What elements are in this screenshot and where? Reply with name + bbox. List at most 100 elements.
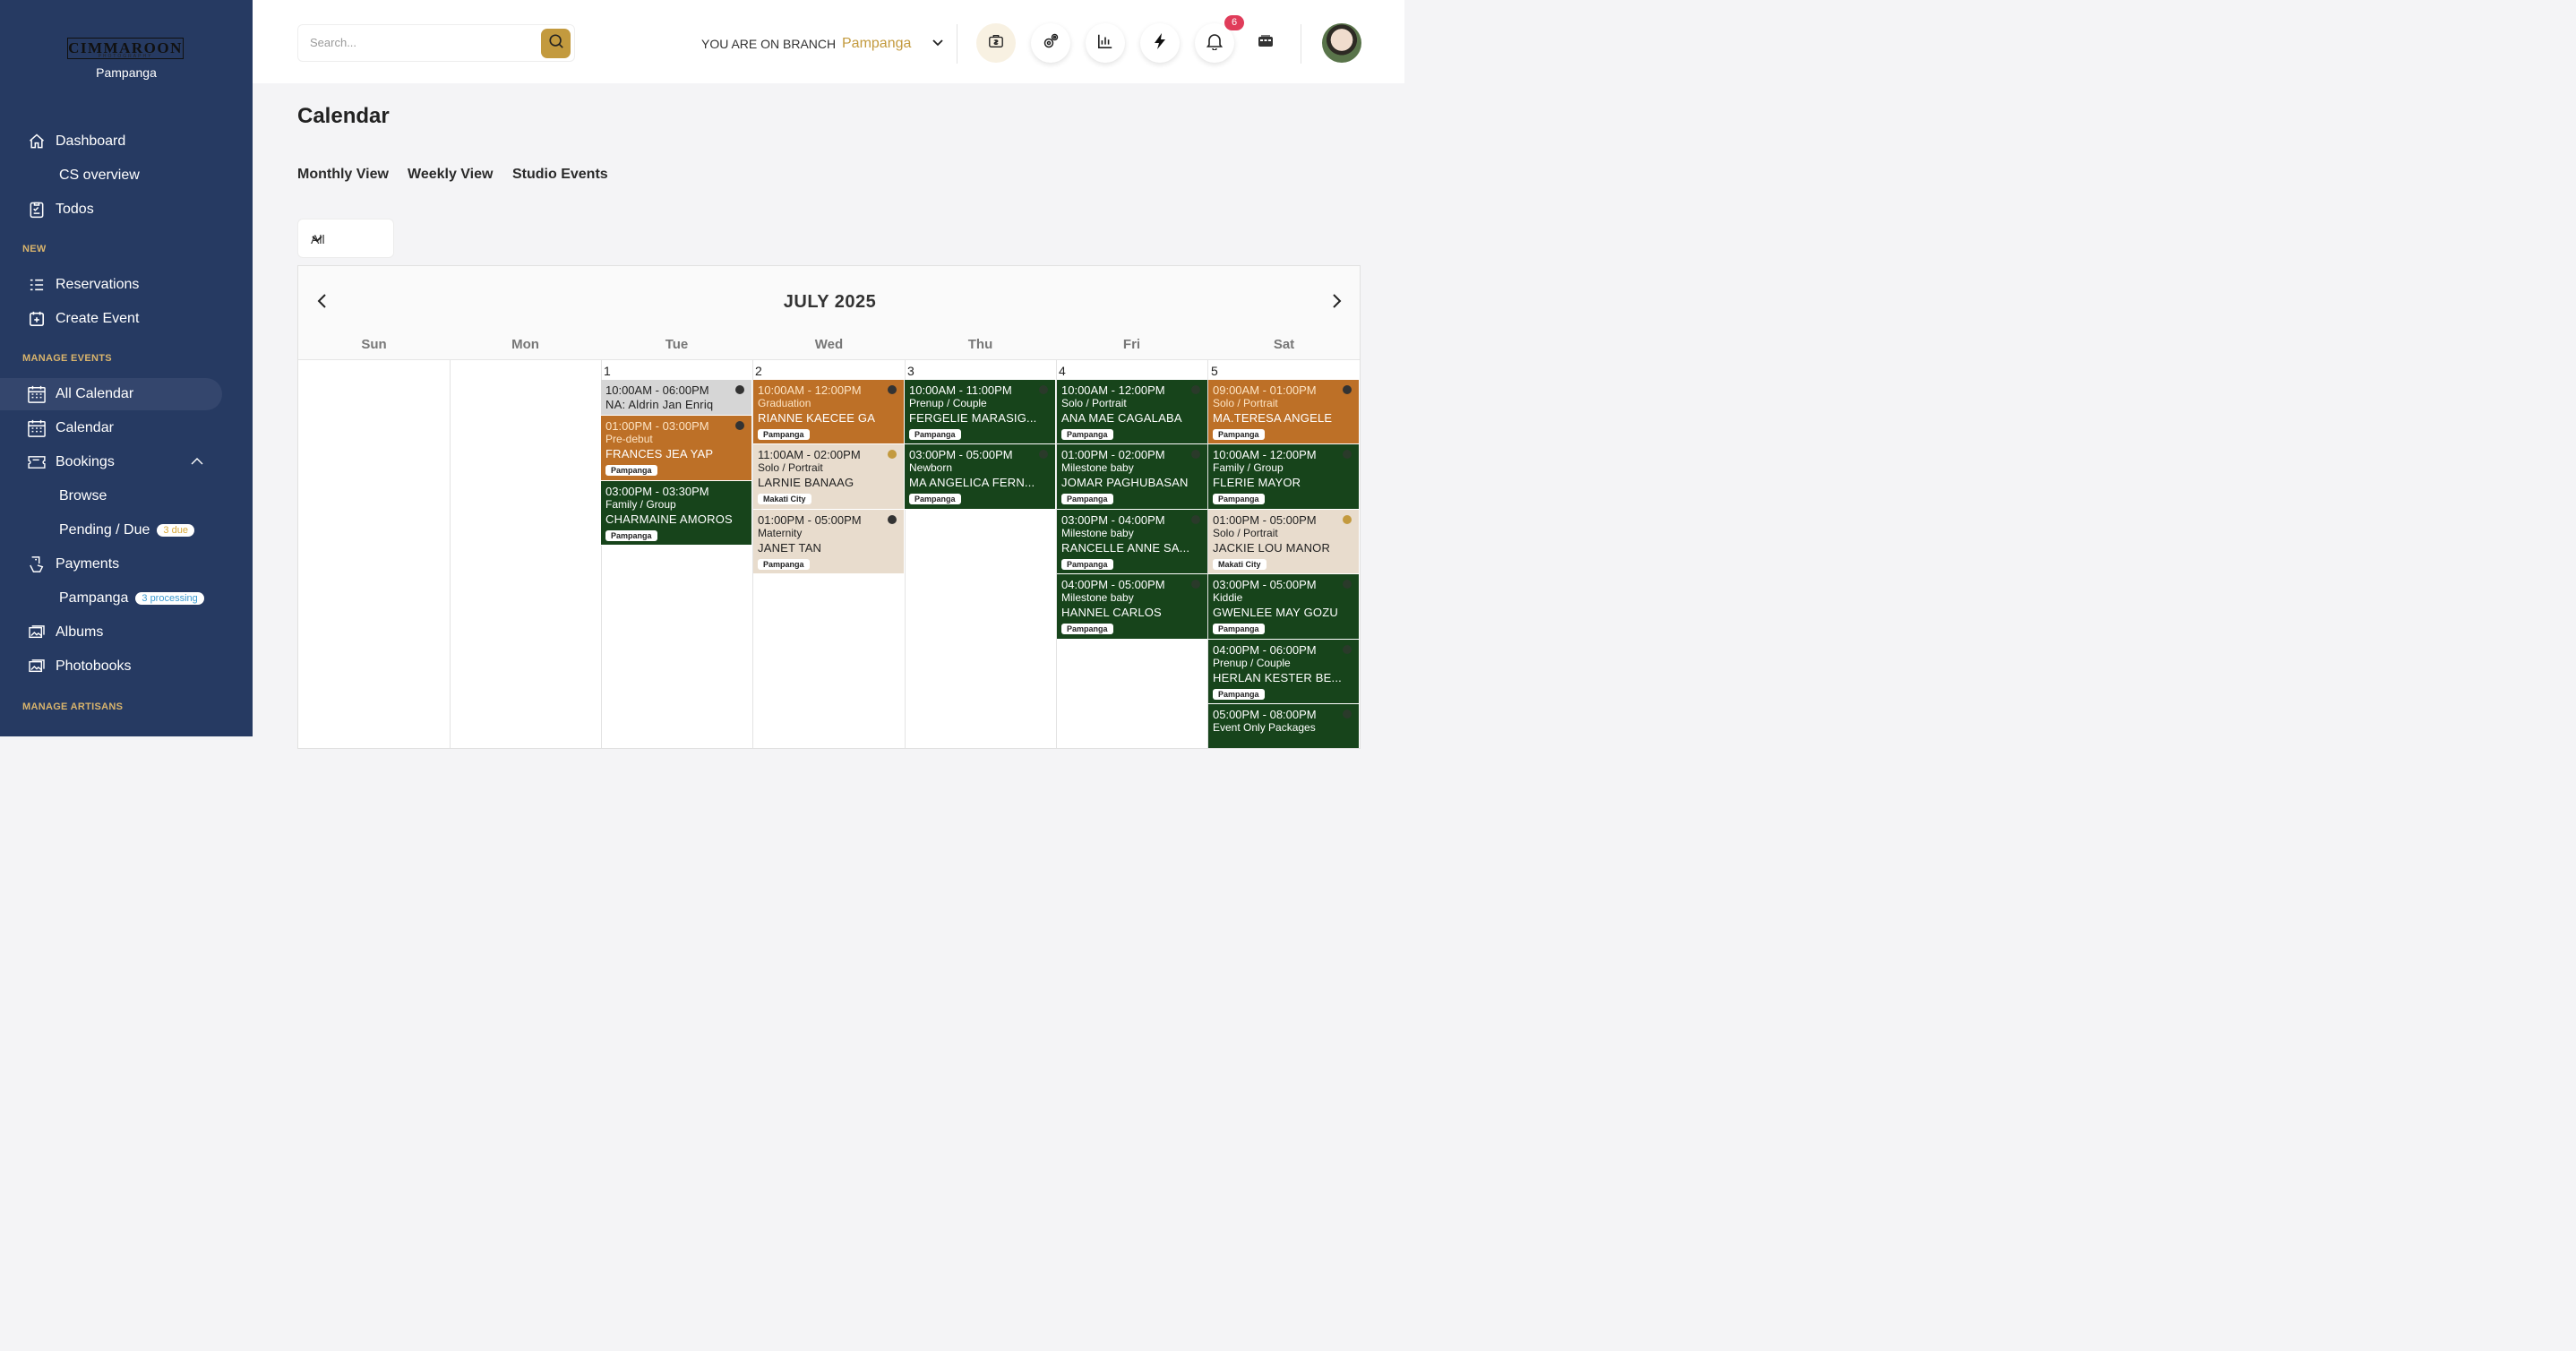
calendar-event[interactable]: 01:00PM - 02:00PM Milestone baby JOMAR P… <box>1057 444 1207 510</box>
event-name: MA.TERESA ANGELE <box>1213 411 1333 425</box>
location-tag: Pampanga <box>1061 494 1113 504</box>
tab-weekly-view[interactable]: Weekly View <box>408 167 493 183</box>
weekday-sat: Sat <box>1273 337 1295 352</box>
sidebar-item-calendar[interactable]: Calendar <box>0 412 253 444</box>
chevron-down-icon[interactable] <box>932 37 944 54</box>
calendar-event[interactable]: 10:00AM - 12:00PM Family / Group FLERIE … <box>1208 444 1359 510</box>
status-dot <box>1039 450 1048 459</box>
event-time: 03:00PM - 03:30PM <box>605 485 709 498</box>
home-icon <box>27 132 47 151</box>
event-time: 03:00PM - 04:00PM <box>1061 513 1165 527</box>
sidebar-item-browse[interactable]: Browse <box>0 480 253 512</box>
status-dot <box>1191 450 1200 459</box>
calendar-event[interactable]: 09:00AM - 01:00PM Solo / Portrait MA.TER… <box>1208 380 1359 444</box>
event-type: Kiddie <box>1213 591 1243 604</box>
tab-monthly-view[interactable]: Monthly View <box>297 167 389 183</box>
sidebar-item-bookings[interactable]: Bookings <box>0 446 253 478</box>
calendar-event[interactable]: 01:00PM - 05:00PM Solo / Portrait JACKIE… <box>1208 510 1359 574</box>
quick-action-button[interactable] <box>1140 23 1180 63</box>
search-button[interactable] <box>541 29 571 58</box>
sidebar-item-photobooks[interactable]: Photobooks <box>0 650 253 683</box>
filter-select[interactable]: All <box>297 219 394 258</box>
day-number[interactable]: 1 <box>604 364 611 378</box>
money-bag-button[interactable] <box>976 23 1016 63</box>
search-input[interactable] <box>310 36 534 49</box>
location-tag: Pampanga <box>1213 689 1265 700</box>
event-time: 10:00AM - 12:00PM <box>758 383 862 397</box>
images-icon <box>27 623 47 642</box>
event-name: FLERIE MAYOR <box>1213 476 1301 489</box>
event-type: Prenup / Couple <box>909 397 987 409</box>
location-tag: Pampanga <box>1213 624 1265 634</box>
calendar-event[interactable]: 10:00AM - 12:00PM Solo / Portrait ANA MA… <box>1057 380 1207 444</box>
section-new: NEW <box>22 244 47 254</box>
sidebar-item-albums[interactable]: Albums <box>0 616 253 649</box>
reports-button[interactable] <box>1086 23 1125 63</box>
settings-button[interactable] <box>1031 23 1070 63</box>
pending-due-label: Pending / Due <box>59 522 150 538</box>
tab-studio-events[interactable]: Studio Events <box>512 167 608 183</box>
money-bag-icon <box>988 33 1004 54</box>
event-type: Solo / Portrait <box>1061 397 1127 409</box>
location-tag: Pampanga <box>909 429 961 440</box>
calendar-event[interactable]: 05:00PM - 08:00PM Event Only Packages <box>1208 704 1359 748</box>
location-tag: Pampanga <box>758 429 810 440</box>
calendar-event[interactable]: 11:00AM - 02:00PM Solo / Portrait LARNIE… <box>753 444 904 510</box>
cash-register-button[interactable] <box>1246 23 1285 63</box>
day-number[interactable]: 5 <box>1211 364 1218 378</box>
day-number[interactable]: 4 <box>1059 364 1066 378</box>
branch-label: YOU ARE ON BRANCH <box>701 37 837 51</box>
sidebar-item-payments[interactable]: Payments <box>0 548 253 581</box>
sidebar-item-all-calendar[interactable]: All Calendar <box>0 378 222 410</box>
event-type: Solo / Portrait <box>758 461 823 474</box>
calendar-event[interactable]: 10:00AM - 06:00PM NA: Aldrin Jan Enriq <box>601 380 751 416</box>
calendar-event[interactable]: 03:00PM - 03:30PM Family / Group CHARMAI… <box>601 481 751 546</box>
event-type: Event Only Packages <box>1213 721 1316 734</box>
calendar-event[interactable]: 03:00PM - 05:00PM Kiddie GWENLEE MAY GOZ… <box>1208 574 1359 640</box>
day-number[interactable]: 3 <box>907 364 914 378</box>
pampanga-payments-label: Pampanga <box>59 590 129 606</box>
calendar-event[interactable]: 03:00PM - 05:00PM Newborn MA ANGELICA FE… <box>905 444 1055 510</box>
calendar-event[interactable]: 01:00PM - 03:00PM Pre-debut FRANCES JEA … <box>601 416 751 481</box>
top-bar: YOU ARE ON BRANCH Pampanga 6 <box>253 0 1404 83</box>
sidebar-item-cs-overview[interactable]: CS overview <box>0 159 253 192</box>
bar-chart-icon <box>1097 33 1113 54</box>
event-name: CHARMAINE AMOROS <box>605 512 733 526</box>
calendar-event[interactable]: 04:00PM - 06:00PM Prenup / Couple HERLAN… <box>1208 640 1359 704</box>
photobook-icon <box>27 657 47 676</box>
calendar-event[interactable]: 03:00PM - 04:00PM Milestone baby RANCELL… <box>1057 510 1207 574</box>
location-tag: Pampanga <box>909 494 961 504</box>
location-tag: Pampanga <box>758 559 810 570</box>
event-type: Milestone baby <box>1061 527 1134 539</box>
status-dot <box>1191 385 1200 394</box>
location-tag: Pampanga <box>1213 429 1265 440</box>
sidebar-item-pending-due[interactable]: Pending / Due 3 due <box>0 514 253 546</box>
user-avatar[interactable] <box>1322 23 1361 63</box>
calendar-event[interactable]: 10:00AM - 11:00PM Prenup / Couple FERGEL… <box>905 380 1055 444</box>
next-month-button[interactable] <box>1328 293 1346 313</box>
sidebar-item-dashboard[interactable]: Dashboard <box>0 125 253 158</box>
sidebar-item-create-event[interactable]: Create Event <box>0 303 253 335</box>
day-number[interactable]: 2 <box>755 364 762 378</box>
sidebar-item-todos[interactable]: Todos <box>0 194 253 226</box>
calendar-plus-icon <box>27 309 47 329</box>
calendar-event[interactable]: 04:00PM - 05:00PM Milestone baby HANNEL … <box>1057 574 1207 640</box>
event-time: 10:00AM - 12:00PM <box>1061 383 1165 397</box>
column-divider <box>450 360 451 748</box>
branch-select-value[interactable]: Pampanga <box>842 36 911 52</box>
sidebar-item-pampanga-payments[interactable]: Pampanga 3 processing <box>0 582 253 615</box>
location-tag: Pampanga <box>1061 624 1113 634</box>
calendar-event[interactable]: 10:00AM - 12:00PM Graduation RIANNE KAEC… <box>753 380 904 444</box>
status-dot <box>1343 580 1352 589</box>
event-type: Solo / Portrait <box>1213 527 1278 539</box>
sidebar-item-reservations[interactable]: Reservations <box>0 269 253 301</box>
hand-money-icon <box>27 555 47 574</box>
event-type: Family / Group <box>1213 461 1284 474</box>
search-box <box>297 24 575 62</box>
status-dot <box>735 421 744 430</box>
location-tag: Pampanga <box>1061 429 1113 440</box>
chevron-up-icon[interactable] <box>190 454 204 470</box>
calendar-event[interactable]: 01:00PM - 05:00PM Maternity JANET TAN Pa… <box>753 510 904 574</box>
page-title: Calendar <box>297 104 390 128</box>
event-name: FERGELIE MARASIG... <box>909 411 1037 425</box>
